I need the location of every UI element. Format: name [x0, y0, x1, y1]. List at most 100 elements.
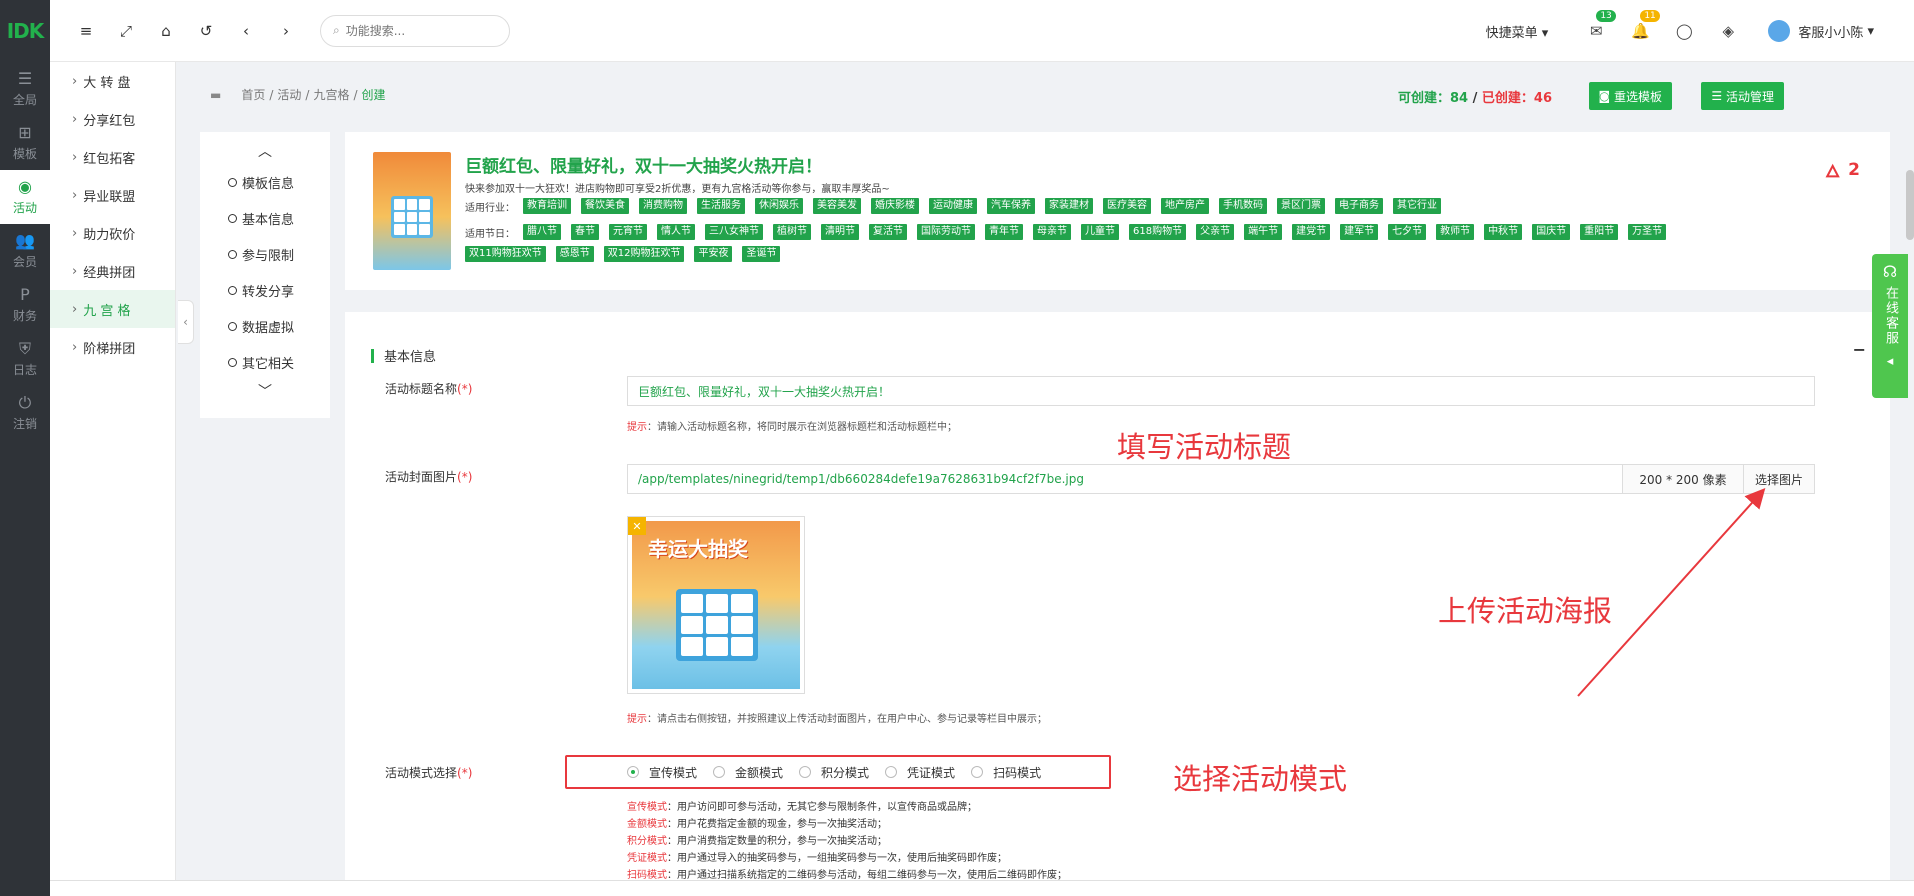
section-nav-item[interactable]: 数据虚拟 [200, 308, 330, 344]
tag[interactable]: 电子商务 [1335, 198, 1383, 214]
remove-image-icon[interactable]: ✕ [628, 517, 646, 535]
tag[interactable]: 元宵节 [609, 224, 647, 240]
section-nav-item[interactable]: 参与限制 [200, 236, 330, 272]
tag[interactable]: 餐饮美食 [581, 198, 629, 214]
bell-icon[interactable]: 🔔 11 [1618, 10, 1662, 40]
rail-item-global[interactable]: ☰ 全局 [0, 62, 50, 116]
activity-manage-button[interactable]: ☰ 活动管理 [1701, 82, 1784, 110]
crumb-home[interactable]: 首页 [241, 86, 265, 103]
tag[interactable]: 国庆节 [1532, 224, 1571, 240]
section-nav-item[interactable]: 模板信息 [200, 164, 330, 200]
tag[interactable]: 情人节 [657, 224, 695, 240]
activity-title-input[interactable]: 巨额红包、限量好礼，双十一大抽奖火热开启！ [627, 376, 1815, 406]
headset-icon: ☊ [1882, 262, 1898, 281]
submenu-item[interactable]: › 经典拼团 [50, 252, 175, 290]
forward-icon[interactable]: › [266, 22, 306, 40]
tag[interactable]: 清明节 [821, 224, 859, 240]
search-input[interactable] [345, 23, 486, 38]
collapse-sidebar-button[interactable]: ‹ [178, 300, 194, 344]
tag[interactable]: 休闲娱乐 [755, 198, 803, 214]
back-icon[interactable]: ‹ [226, 22, 266, 40]
collapse-section-button[interactable]: − [1853, 340, 1866, 359]
rail-item-template[interactable]: ⊞ 模板 [0, 116, 50, 170]
reselect-template-button[interactable]: ◙ 重选模板 [1588, 82, 1672, 110]
mode-radio[interactable]: 凭证模式 [885, 764, 955, 781]
tag[interactable]: 教师节 [1436, 224, 1475, 240]
tag[interactable]: 双11购物狂欢节 [465, 246, 546, 262]
tag[interactable]: 圣诞节 [742, 246, 781, 262]
pocket-icon[interactable]: ◈ [1706, 22, 1750, 40]
mode-radio[interactable]: 金额模式 [713, 764, 783, 781]
tag[interactable]: 地产房产 [1161, 198, 1209, 214]
tag[interactable]: 母亲节 [1033, 224, 1071, 240]
tag[interactable]: 端午节 [1244, 224, 1283, 240]
mode-radio[interactable]: 扫码模式 [971, 764, 1041, 781]
submenu-item[interactable]: › 大 转 盘 [50, 62, 175, 100]
tag[interactable]: 建军节 [1340, 224, 1379, 240]
tag[interactable]: 春节 [571, 224, 599, 240]
tag[interactable]: 手机数码 [1219, 198, 1267, 214]
tag[interactable]: 运动健康 [929, 198, 977, 214]
tag[interactable]: 其它行业 [1393, 198, 1441, 214]
section-nav-item[interactable]: 基本信息 [200, 200, 330, 236]
rail-item-activity[interactable]: ◉ 活动 [0, 170, 50, 224]
choose-image-button[interactable]: 选择图片 [1743, 464, 1815, 494]
tag[interactable]: 父亲节 [1196, 224, 1235, 240]
tag[interactable]: 七夕节 [1388, 224, 1427, 240]
rail-item-logout[interactable]: ⏻ 注销 [0, 386, 50, 440]
tag[interactable]: 双12购物狂欢节 [603, 246, 685, 262]
user-menu[interactable]: 客服小小陈 ▾ [1768, 20, 1874, 42]
tag[interactable]: 建党节 [1292, 224, 1331, 240]
tag[interactable]: 教育培训 [523, 198, 571, 214]
tag[interactable]: 医疗美容 [1103, 198, 1151, 214]
quick-menu-dropdown[interactable]: 快捷菜单 ▾ [1486, 22, 1549, 41]
mode-radio[interactable]: 宣传模式 [627, 764, 697, 781]
tag[interactable]: 618购物节 [1129, 224, 1187, 240]
home-icon[interactable]: ⌂ [146, 22, 186, 40]
chevron-down-icon[interactable]: ﹀ [200, 380, 330, 404]
tag[interactable]: 万圣节 [1628, 224, 1667, 240]
tag[interactable]: 汽车保养 [987, 198, 1035, 214]
tag[interactable]: 植树节 [773, 224, 811, 240]
section-nav-item[interactable]: 转发分享 [200, 272, 330, 308]
section-nav-item[interactable]: 其它相关 [200, 344, 330, 380]
mode-radio[interactable]: 积分模式 [799, 764, 869, 781]
tag[interactable]: 感恩节 [555, 246, 594, 262]
rail-item-member[interactable]: 👥 会员 [0, 224, 50, 278]
tag[interactable]: 腊八节 [523, 224, 561, 240]
tag[interactable]: 景区门票 [1277, 198, 1325, 214]
tag[interactable]: 美容美发 [813, 198, 861, 214]
page-scrollbar[interactable] [1906, 170, 1914, 240]
tag[interactable]: 家装建材 [1045, 198, 1093, 214]
tag[interactable]: 青年节 [985, 224, 1023, 240]
submenu-item[interactable]: › 异业联盟 [50, 176, 175, 214]
tag[interactable]: 儿童节 [1081, 224, 1119, 240]
tag[interactable]: 国际劳动节 [917, 224, 975, 240]
tag[interactable]: 婚庆影楼 [871, 198, 919, 214]
tag[interactable]: 中秋节 [1484, 224, 1523, 240]
tag[interactable]: 生活服务 [697, 198, 745, 214]
tag[interactable]: 消费购物 [639, 198, 687, 214]
crumb-ninegrid[interactable]: 九宫格 [313, 86, 349, 103]
cover-path-input[interactable]: /app/templates/ninegrid/temp1/db660284de… [627, 464, 1623, 494]
tag[interactable]: 重阳节 [1580, 224, 1619, 240]
submenu-item-active[interactable]: › 九 宫 格 [50, 290, 175, 328]
user-circle-icon[interactable]: ◯ [1662, 22, 1706, 40]
chevron-up-icon[interactable]: ︿ [200, 140, 330, 164]
submenu-item[interactable]: › 红包拓客 [50, 138, 175, 176]
tag[interactable]: 复活节 [869, 224, 907, 240]
tag[interactable]: 平安夜 [694, 246, 733, 262]
tag[interactable]: 三八女神节 [705, 224, 763, 240]
submenu-item[interactable]: › 阶梯拼团 [50, 328, 175, 366]
refresh-icon[interactable]: ↺ [186, 22, 226, 40]
submenu-item[interactable]: › 助力砍价 [50, 214, 175, 252]
basic-info-form: 基本信息 − 活动标题名称(*) 巨额红包、限量好礼，双十一大抽奖火热开启！ 提… [345, 312, 1890, 896]
mail-icon[interactable]: ✉ 13 [1574, 10, 1618, 40]
fullscreen-icon[interactable]: ⤢ [106, 22, 146, 40]
rail-item-log[interactable]: ⛨ 日志 [0, 332, 50, 386]
crumb-activity[interactable]: 活动 [277, 86, 301, 103]
menu-icon[interactable]: ≡ [66, 22, 106, 40]
online-service-widget[interactable]: ☊ 在线客服 ◂ [1872, 254, 1908, 398]
rail-item-finance[interactable]: P 财务 [0, 278, 50, 332]
submenu-item[interactable]: › 分享红包 [50, 100, 175, 138]
